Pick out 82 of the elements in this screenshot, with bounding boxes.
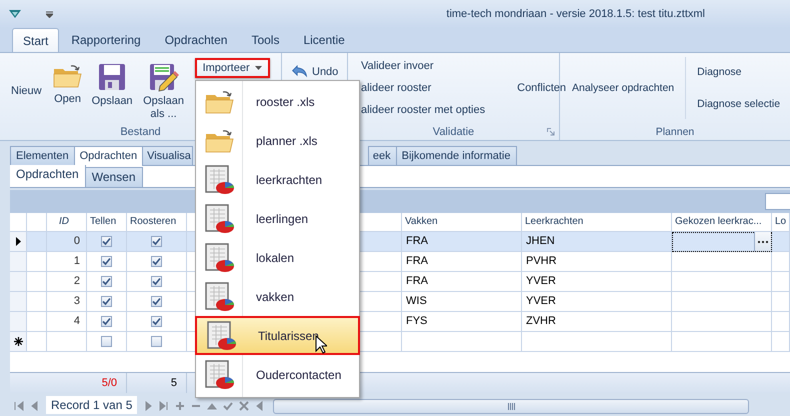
checkbox[interactable] [151,236,162,247]
spreadsheet-chart-icon [204,358,236,390]
menu-item[interactable]: rooster .xls [198,82,357,121]
floppy-pencil-icon [148,62,180,92]
spreadsheet-chart-icon [204,280,236,312]
group-label: Bestand [120,126,161,138]
checkbox[interactable] [151,336,162,347]
ribbon-button[interactable]: alideer rooster [360,80,486,96]
ribbon-button[interactable]: Open [48,59,88,109]
menu-item[interactable]: planner .xls [198,121,357,160]
ribbon-tab[interactable]: Start [12,28,60,52]
ribbon-button[interactable]: Undo [287,63,342,80]
document-tab[interactable]: Opdrachten [74,146,144,166]
dialog-launcher-icon[interactable] [547,128,555,136]
ribbon-button[interactable]: Diagnose selectie [693,96,784,112]
new-row-icon [14,337,22,346]
ribbon-tab[interactable]: Rapportering [59,28,153,52]
ribbon-tab[interactable]: Licentie [291,28,357,52]
checkbox[interactable] [101,276,112,287]
document-tab[interactable]: eek [368,146,397,165]
column-header[interactable]: Leerkrachten [522,213,672,232]
document-tab[interactable]: Visualisa [142,146,193,165]
filter-field[interactable] [765,193,790,210]
folder-icon [52,62,84,90]
group-label: Plannen [656,126,694,138]
undo-icon [291,65,309,78]
column-header[interactable]: Gekozen leerkrac... [672,213,772,232]
checkbox[interactable] [151,316,162,327]
menu-item[interactable]: leerkrachten [198,160,357,199]
ribbon-tab[interactable]: Tools [239,28,292,52]
move-up-button[interactable] [207,401,218,411]
checkbox[interactable] [151,276,162,287]
checkbox[interactable] [101,336,112,347]
first-record-button[interactable] [14,401,24,411]
row-pointer-icon [16,237,20,246]
checkbox[interactable] [151,256,162,267]
last-record-button[interactable] [159,401,170,411]
sub-tab[interactable]: Wensen [84,167,143,187]
checkbox[interactable] [101,256,112,267]
add-record-button[interactable] [175,401,186,411]
column-header[interactable]: ID [47,213,87,232]
ribbon-button[interactable]: Diagnose [693,64,784,80]
column-header[interactable]: Tellen [87,213,127,232]
quick-access-menu-icon[interactable] [46,10,53,18]
window-title: time-tech mondriaan - versie 2018.1.5: test titu.zttxml [446,8,706,20]
scrollbar-thumb[interactable] [273,399,750,414]
spreadsheet-chart-icon [204,202,236,234]
ribbon-button[interactable]: alideer rooster met opties [360,102,486,118]
menu-item[interactable]: Titularissen [195,316,360,355]
ribbon-button[interactable]: Opslaan als ... [136,59,191,124]
group-label: Validatie [432,126,474,138]
save-edit-button[interactable] [223,401,234,411]
scroll-left-button[interactable] [255,401,266,411]
ellipsis-button[interactable] [754,232,771,251]
ribbon-button[interactable]: Opslaan [88,59,137,111]
record-counter: Record 1 van 5 [46,396,138,414]
row-header[interactable] [10,232,27,252]
ribbon-button[interactable]: Analyseer opdrachten [568,80,678,96]
spreadsheet-chart-icon [204,242,236,274]
checkbox[interactable] [151,296,162,307]
column-header[interactable]: Lo [772,213,790,232]
app-logo-icon[interactable] [8,9,22,19]
previous-record-button[interactable] [30,401,40,411]
cancel-edit-button[interactable] [239,401,250,411]
ribbon-button[interactable]: Valideer invoer [360,58,486,74]
next-record-button[interactable] [143,401,154,411]
column-header[interactable]: Roosteren [127,213,187,232]
caret-icon [254,66,262,70]
ribbon-tab[interactable]: Opdrachten [152,28,240,52]
spreadsheet-chart-icon [206,320,238,352]
checkbox[interactable] [101,316,112,327]
ribbon-button[interactable]: Conflicten [516,80,568,96]
menu-item[interactable]: Oudercontacten [198,355,357,394]
checkbox[interactable] [101,236,112,247]
ribbon-button[interactable]: Nieuw [5,84,48,99]
spreadsheet-chart-icon [204,164,236,196]
column-header[interactable]: Vakken [402,213,522,232]
row-header[interactable] [10,332,27,352]
document-tab[interactable]: Bijkomende informatie [396,146,516,165]
import-dropdown[interactable]: Importeer [194,58,270,78]
document-tab[interactable]: Elementen [10,146,75,165]
checkbox[interactable] [101,296,112,307]
